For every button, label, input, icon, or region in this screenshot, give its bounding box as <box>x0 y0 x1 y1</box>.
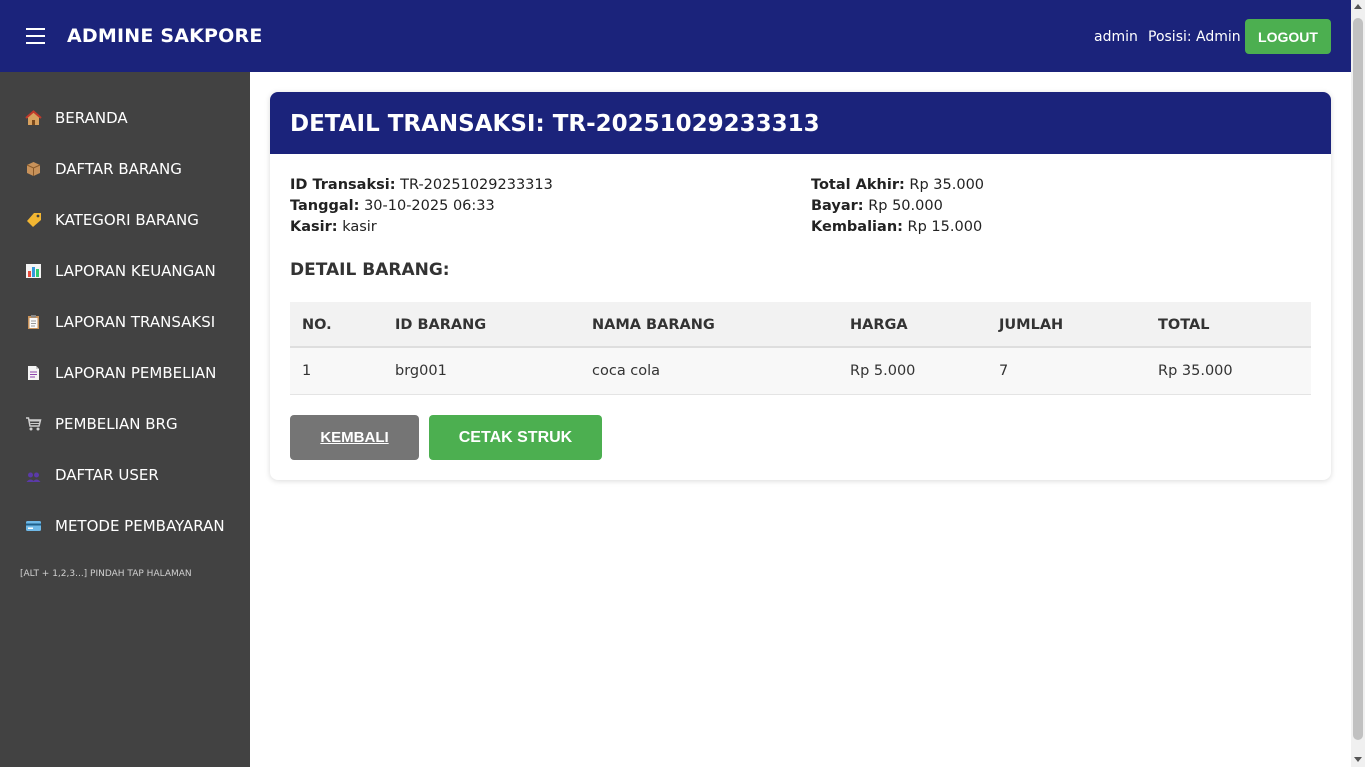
table-cell: Rp 35.000 <box>1158 363 1233 379</box>
sidebar-item-beranda[interactable]: BERANDA <box>0 98 250 138</box>
column-header: NO. <box>302 317 332 333</box>
page-scrollbar[interactable] <box>1351 0 1365 767</box>
clipboard-icon <box>25 314 42 330</box>
cashier-value: kasir <box>342 219 377 235</box>
change-value: Rp 15.000 <box>907 219 983 235</box>
transaction-id-label: ID Transaksi: <box>290 177 396 193</box>
card-header: DETAIL TRANSAKSI: TR-20251029233313 <box>270 92 1331 154</box>
sidebar-item-pembelian-brg[interactable]: PEMBELIAN BRG <box>0 404 250 444</box>
package-icon <box>25 161 42 177</box>
column-header: NAMA BARANG <box>592 317 715 333</box>
table-cell: coca cola <box>592 363 661 379</box>
tag-icon <box>25 212 42 228</box>
total-value: Rp 35.000 <box>909 177 985 193</box>
sidebar-item-kategori-barang[interactable]: KATEGORI BARANG <box>0 200 250 240</box>
users-icon <box>25 467 42 483</box>
sidebar-item-daftar-barang[interactable]: DAFTAR BARANG <box>0 149 250 189</box>
sidebar-item-label: METODE PEMBAYARAN <box>55 517 225 535</box>
transaction-date-label: Tanggal: <box>290 198 360 214</box>
sidebar-item-label: LAPORAN TRANSAKSI <box>55 313 216 331</box>
transaction-id-value: TR-20251029233313 <box>400 177 553 193</box>
table-header: NO. ID BARANG NAMA BARANG HARGA JUMLAH T… <box>290 302 1311 348</box>
cashier-row: Kasir: kasir <box>290 219 377 235</box>
sidebar-item-label: BERANDA <box>55 109 128 127</box>
page-title: DETAIL TRANSAKSI: TR-20251029233313 <box>290 111 820 137</box>
transaction-id-row: ID Transaksi: TR-20251029233313 <box>290 177 553 193</box>
sidebar-item-laporan-keuangan[interactable]: LAPORAN KEUANGAN <box>0 251 250 291</box>
sidebar-item-label: PEMBELIAN BRG <box>55 415 178 433</box>
table-cell: Rp 5.000 <box>850 363 916 379</box>
sidebar-item-label: DAFTAR BARANG <box>55 160 182 178</box>
sidebar: BERANDA DAFTAR BARANG KATEGORI BARANG LA… <box>0 72 250 767</box>
paid-row: Bayar: Rp 50.000 <box>811 198 943 214</box>
sidebar-item-label: KATEGORI BARANG <box>55 211 199 229</box>
paid-label: Bayar: <box>811 198 864 214</box>
cart-icon <box>25 416 42 432</box>
transaction-detail-card: DETAIL TRANSAKSI: TR-20251029233313 ID T… <box>270 92 1331 480</box>
sidebar-item-metode-pembayaran[interactable]: METODE PEMBAYARAN <box>0 506 250 546</box>
column-header: TOTAL <box>1158 317 1210 333</box>
credit-card-icon <box>25 518 42 534</box>
transaction-date-value: 30-10-2025 06:33 <box>364 198 495 214</box>
app-brand: ADMINE SAKPORE <box>67 25 263 47</box>
transaction-date-row: Tanggal: 30-10-2025 06:33 <box>290 198 495 214</box>
top-navbar: ADMINE SAKPORE admin Posisi: Admin LOGOU… <box>0 0 1351 72</box>
sidebar-item-label: DAFTAR USER <box>55 466 159 484</box>
sidebar-item-laporan-pembelian[interactable]: LAPORAN PEMBELIAN <box>0 353 250 393</box>
user-name: admin <box>1094 29 1138 45</box>
total-row: Total Akhir: Rp 35.000 <box>811 177 984 193</box>
change-label: Kembalian: <box>811 219 903 235</box>
sidebar-item-label: LAPORAN PEMBELIAN <box>55 364 217 382</box>
items-section-title: DETAIL BARANG: <box>290 260 450 280</box>
user-role: Posisi: Admin <box>1148 29 1241 45</box>
scroll-up-arrow-icon[interactable] <box>1354 4 1362 9</box>
logout-button[interactable]: LOGOUT <box>1245 19 1331 54</box>
print-receipt-button[interactable]: CETAK STRUK <box>429 415 602 460</box>
scroll-down-arrow-icon[interactable] <box>1354 757 1362 762</box>
sidebar-item-laporan-transaksi[interactable]: LAPORAN TRANSAKSI <box>0 302 250 342</box>
document-icon <box>25 365 42 381</box>
column-header: ID BARANG <box>395 317 487 333</box>
sidebar-item-daftar-user[interactable]: DAFTAR USER <box>0 455 250 495</box>
total-label: Total Akhir: <box>811 177 905 193</box>
cashier-label: Kasir: <box>290 219 338 235</box>
back-button[interactable]: KEMBALI <box>290 415 419 460</box>
table-cell: 7 <box>999 363 1009 379</box>
column-header: HARGA <box>850 317 908 333</box>
scrollbar-thumb[interactable] <box>1353 18 1363 740</box>
table-cell: brg001 <box>395 363 447 379</box>
table-cell: 1 <box>302 363 312 379</box>
keyboard-hint: [ALT + 1,2,3...] PINDAH TAP HALAMAN <box>20 569 192 579</box>
column-header: JUMLAH <box>999 317 1064 333</box>
house-icon <box>25 110 42 126</box>
bar-chart-icon <box>25 263 42 279</box>
paid-value: Rp 50.000 <box>868 198 943 214</box>
hamburger-menu-icon[interactable] <box>26 28 45 45</box>
table-row: 1 brg001 coca cola Rp 5.000 7 Rp 35.000 <box>290 348 1311 395</box>
sidebar-item-label: LAPORAN KEUANGAN <box>55 262 216 280</box>
change-row: Kembalian: Rp 15.000 <box>811 219 982 235</box>
